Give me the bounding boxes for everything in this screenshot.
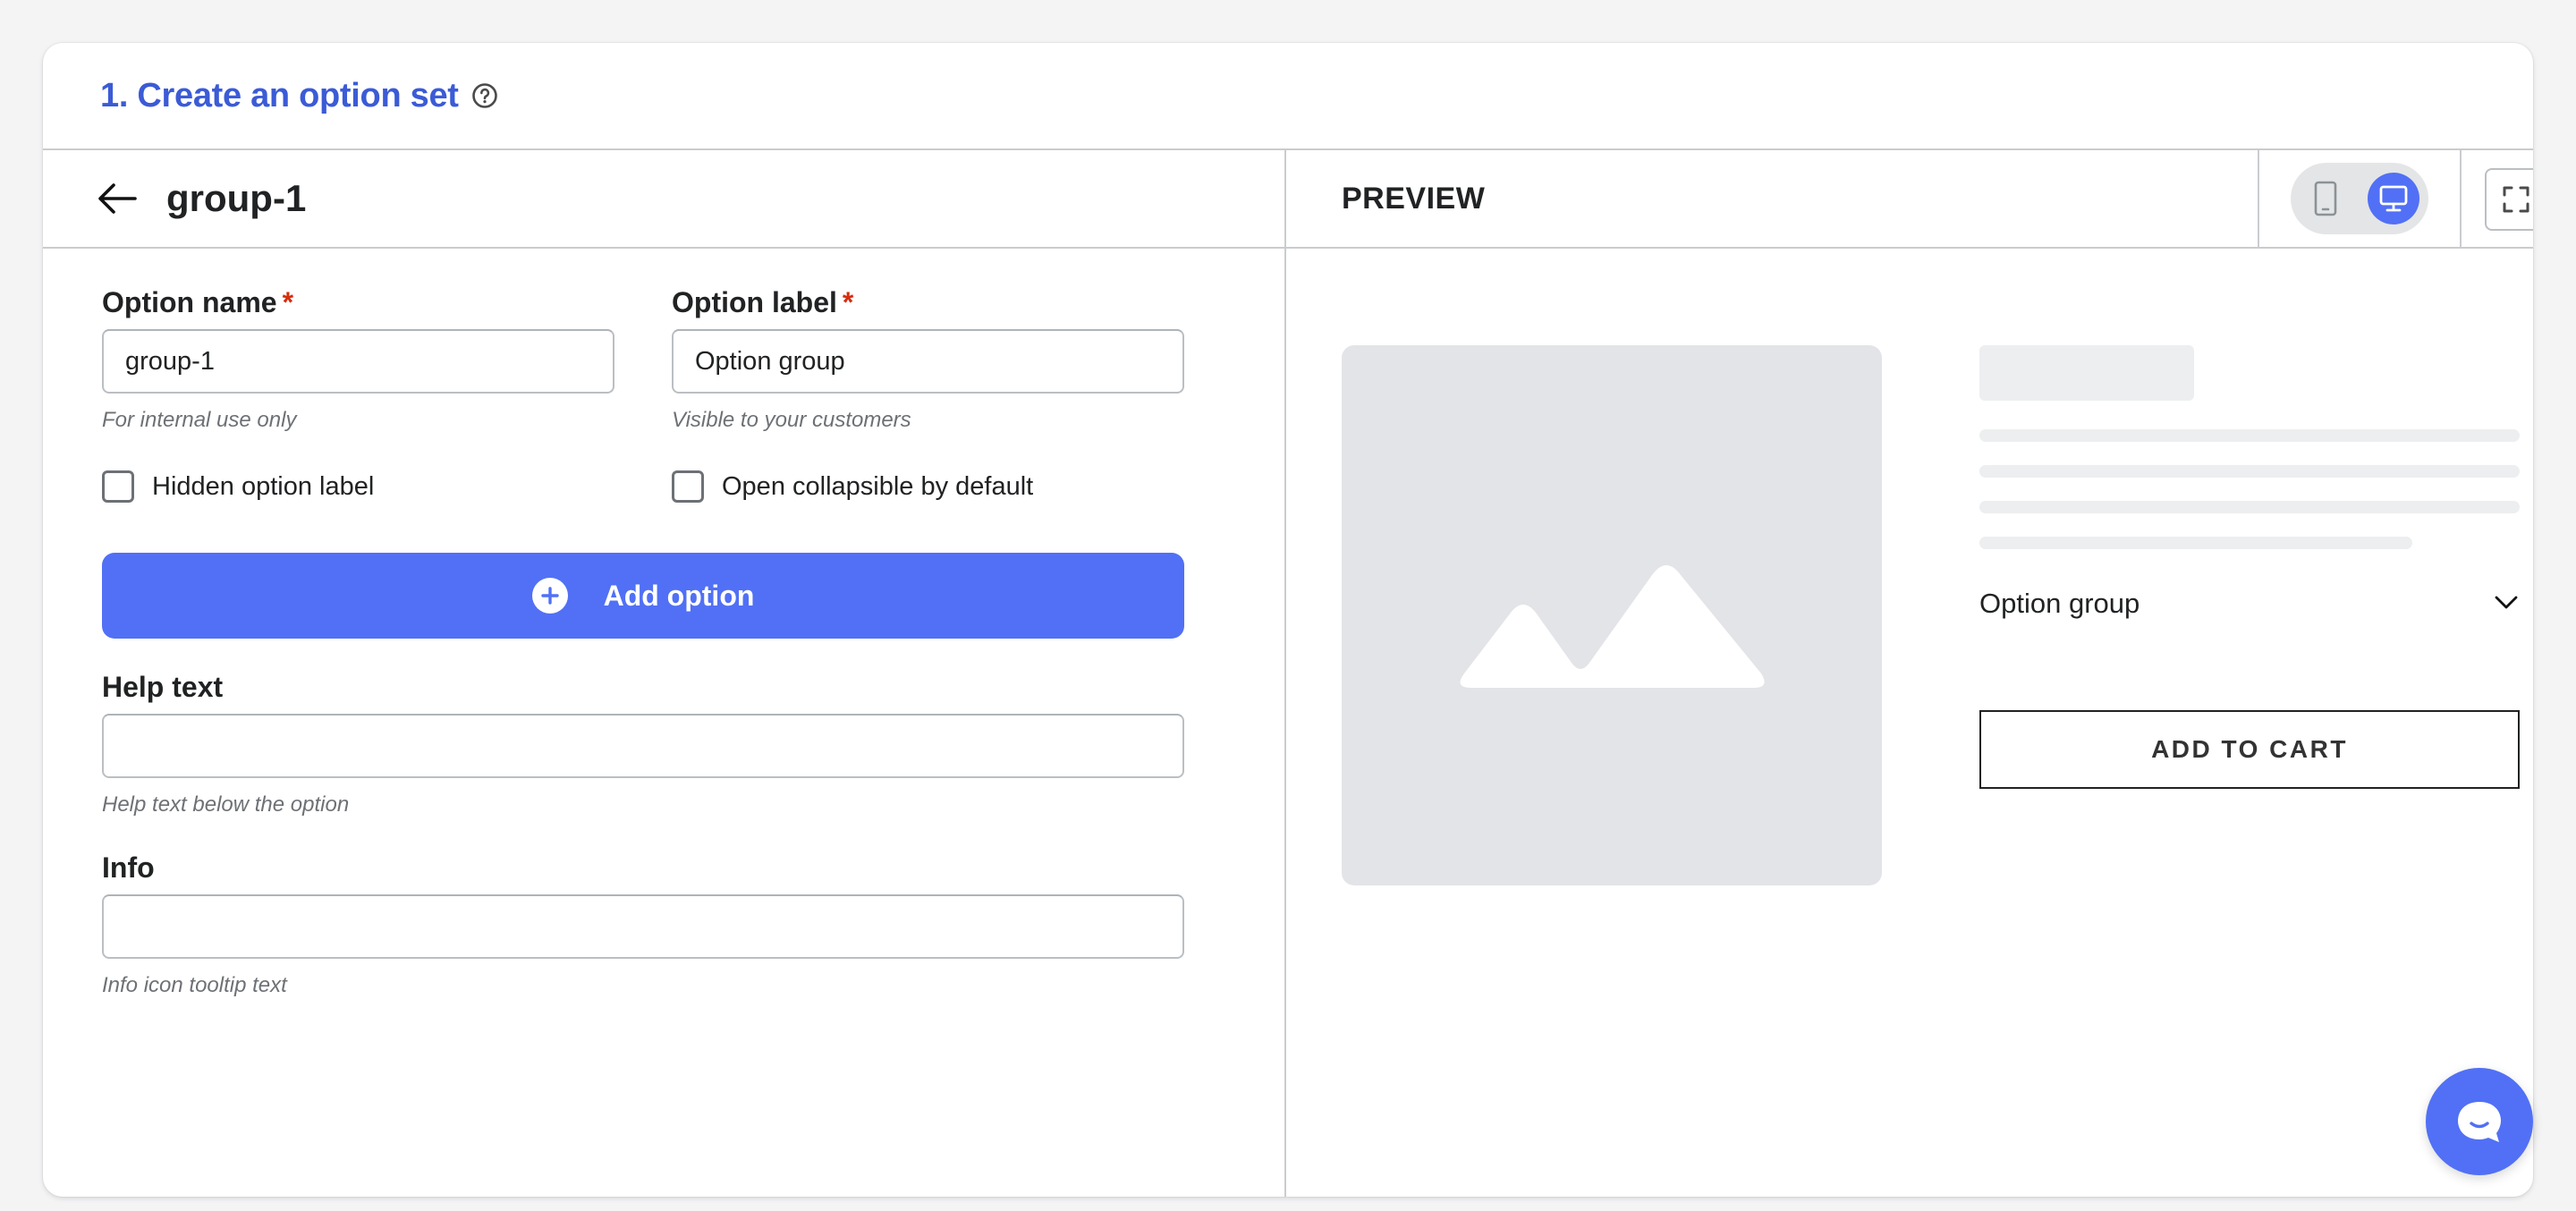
- help-text-label: Help text: [102, 671, 224, 703]
- expand-icon[interactable]: [2485, 168, 2533, 231]
- option-name-hint: For internal use only: [102, 408, 297, 432]
- plus-circle-icon: [531, 578, 568, 614]
- text-skeleton-line: [1979, 429, 2520, 442]
- add-to-cart-button[interactable]: ADD TO CART: [1979, 710, 2520, 789]
- card-header: 1. Create an option set: [43, 43, 2533, 150]
- open-collapsible-checkbox[interactable]: Open collapsible by default: [672, 470, 1184, 503]
- add-option-label: Add option: [603, 579, 755, 612]
- device-toggle-wrap: [2258, 150, 2462, 247]
- info-field-group: Info Info icon tooltip text: [102, 850, 1184, 998]
- chevron-down-icon: [2493, 593, 2520, 615]
- add-option-button[interactable]: Add option: [102, 553, 1184, 639]
- checkbox-box[interactable]: [672, 470, 704, 503]
- arrow-left-icon[interactable]: [97, 178, 138, 219]
- hidden-option-label-checkbox[interactable]: Hidden option label: [102, 470, 614, 503]
- title-skeleton: [1979, 345, 2194, 401]
- option-set-card: 1. Create an option set group-1 Option n…: [43, 43, 2533, 1197]
- device-toggle: [2291, 163, 2428, 234]
- preview-title: PREVIEW: [1342, 181, 1486, 216]
- info-label: Info: [102, 851, 155, 884]
- image-placeholder-icon: [1460, 565, 1765, 688]
- group-title: group-1: [166, 177, 307, 219]
- chat-bubble-icon[interactable]: [2426, 1068, 2533, 1175]
- desktop-icon[interactable]: [2368, 173, 2419, 224]
- question-circle-icon[interactable]: [471, 82, 498, 109]
- editor-header: group-1: [43, 150, 1284, 249]
- option-name-label: Option name *: [102, 284, 614, 320]
- option-group-label: Option group: [1979, 588, 2140, 619]
- option-name-input[interactable]: [102, 329, 614, 394]
- option-label-label: Option label *: [672, 284, 1184, 320]
- mobile-icon[interactable]: [2300, 173, 2351, 224]
- option-label-label-text: Option label: [672, 286, 837, 318]
- option-name-field-group: Option name* For internal use only: [102, 284, 614, 433]
- text-skeleton-line: [1979, 465, 2520, 478]
- preview-panel: PREVIEW Option group ADD TO CART: [1286, 150, 2533, 1197]
- editor-panel: group-1 Option name* For internal use on…: [43, 150, 1286, 1197]
- page-title: 1. Create an option set: [100, 76, 459, 114]
- hidden-option-label-text: Hidden option label: [152, 471, 375, 501]
- option-form: Option name* For internal use only Optio…: [102, 284, 1184, 998]
- help-text-input[interactable]: [102, 714, 1184, 778]
- preview-header: PREVIEW: [1286, 150, 2533, 249]
- option-label-field-group: Option label* Visible to your customers: [672, 284, 1184, 433]
- product-image-placeholder: [1342, 345, 1882, 885]
- help-text-hint: Help text below the option: [102, 792, 350, 817]
- text-skeleton-line: [1979, 501, 2520, 513]
- required-mark: *: [842, 286, 854, 318]
- open-collapsible-text: Open collapsible by default: [722, 471, 1034, 501]
- info-input[interactable]: [102, 894, 1184, 959]
- required-mark: *: [282, 286, 294, 318]
- option-group-collapsible[interactable]: Option group: [1979, 581, 2520, 626]
- info-hint: Info icon tooltip text: [102, 973, 287, 997]
- option-name-label-text: Option name: [102, 286, 277, 318]
- option-label-input[interactable]: [672, 329, 1184, 394]
- option-label-hint: Visible to your customers: [672, 408, 911, 432]
- checkbox-box[interactable]: [102, 470, 134, 503]
- help-text-field-group: Help text Help text below the option: [102, 669, 1184, 817]
- text-skeleton-line: [1979, 537, 2412, 549]
- product-info: Option group ADD TO CART: [1979, 345, 2520, 789]
